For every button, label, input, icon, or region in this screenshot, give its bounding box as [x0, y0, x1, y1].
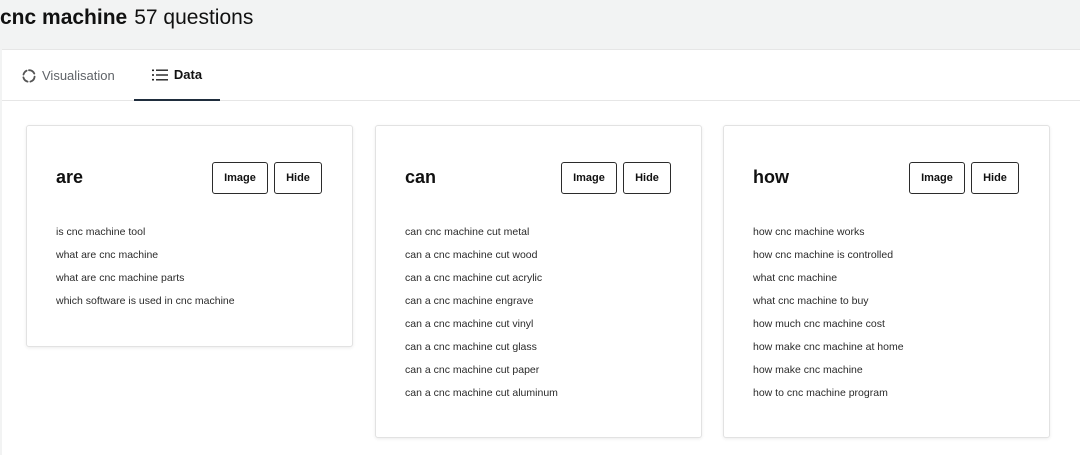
- list-item: which software is used in cnc machine: [56, 295, 235, 307]
- question-card-can: can Image Hide can cnc machine cut metal…: [375, 125, 702, 438]
- tab-data[interactable]: Data: [134, 50, 220, 101]
- list-item: what are cnc machine parts: [56, 272, 185, 284]
- tab-visualisation[interactable]: Visualisation: [22, 50, 115, 101]
- list-item: what cnc machine to buy: [753, 295, 869, 307]
- list-item: can a cnc machine cut aluminum: [405, 387, 558, 399]
- page-title: cnc machine: [0, 6, 128, 29]
- question-card-how: how Image Hide how cnc machine works how…: [723, 125, 1050, 438]
- hide-button[interactable]: Hide: [971, 162, 1019, 194]
- hide-button[interactable]: Hide: [623, 162, 671, 194]
- question-list: can cnc machine cut metal can a cnc mach…: [405, 221, 558, 405]
- question-list: is cnc machine tool what are cnc machine…: [56, 221, 235, 313]
- card-title: are: [56, 167, 84, 187]
- list-item: can cnc machine cut metal: [405, 226, 530, 238]
- question-count: 57 questions: [134, 6, 254, 29]
- list-item: what are cnc machine: [56, 249, 159, 261]
- circle-dashed-icon: [22, 68, 36, 83]
- list-item: how cnc machine works: [753, 226, 865, 238]
- image-button[interactable]: Image: [561, 162, 617, 194]
- list-item: can a cnc machine cut wood: [405, 249, 538, 261]
- list-item: how make cnc machine: [753, 364, 863, 376]
- image-button[interactable]: Image: [909, 162, 965, 194]
- tab-visualisation-label: Visualisation: [42, 68, 115, 83]
- list-icon: [151, 69, 168, 81]
- list-item: is cnc machine tool: [56, 226, 146, 238]
- question-list: how cnc machine works how cnc machine is…: [753, 221, 904, 405]
- list-item: can a cnc machine engrave: [405, 295, 534, 307]
- hide-button[interactable]: Hide: [274, 162, 322, 194]
- tab-data-label: Data: [173, 67, 203, 82]
- results-panel: Visualisation Data are Image Hide is cnc…: [2, 49, 1080, 455]
- list-item: how make cnc machine at home: [753, 341, 904, 353]
- image-button[interactable]: Image: [212, 162, 268, 194]
- list-item: can a cnc machine cut glass: [405, 341, 537, 353]
- list-item: can a cnc machine cut acrylic: [405, 272, 543, 284]
- list-item: how cnc machine is controlled: [753, 249, 894, 261]
- list-item: how much cnc machine cost: [753, 318, 885, 330]
- list-item: can a cnc machine cut vinyl: [405, 318, 534, 330]
- card-title: can: [405, 167, 437, 187]
- card-title: how: [753, 167, 789, 187]
- list-item: what cnc machine: [753, 272, 838, 284]
- page-header: cnc machine 57 questions: [0, 6, 253, 36]
- view-tabs: Visualisation Data: [2, 50, 1080, 101]
- list-item: how to cnc machine program: [753, 387, 888, 399]
- list-item: can a cnc machine cut paper: [405, 364, 540, 376]
- question-card-are: are Image Hide is cnc machine tool what …: [26, 125, 353, 347]
